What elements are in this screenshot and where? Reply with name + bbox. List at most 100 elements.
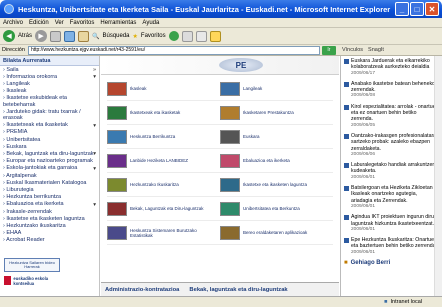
link-label[interactable]: Bereo eraldaketaren aplikazioak [243, 230, 307, 235]
refresh-icon[interactable] [64, 30, 76, 42]
link-label[interactable]: Ebaluazioa eta ikerketa [243, 158, 290, 163]
home-icon[interactable] [78, 30, 90, 42]
sidebar-item[interactable]: Liburutegia [0, 186, 99, 193]
news-item[interactable]: Oantzako-irakasgen profesionalatara sart… [341, 131, 442, 160]
link-label[interactable]: Langileak [243, 86, 262, 91]
sidebar-item[interactable]: PREMIA [0, 129, 99, 136]
menu-ayuda[interactable]: Ayuda [142, 20, 159, 26]
sidebar-header[interactable]: Bilakta Aurreratua [0, 56, 99, 66]
link-thumbnail[interactable] [107, 81, 127, 96]
sidebar-item[interactable]: Informazioa orokorra▾ [0, 73, 99, 81]
news-title[interactable]: Laburalegetako handiak arrakuntzen kudea… [351, 162, 439, 175]
link-thumbnail[interactable] [107, 129, 127, 144]
news-scrollbar[interactable] [434, 56, 442, 296]
link-cell[interactable]: Bekak, Laguntzak eta Diru-laguntzak [107, 201, 220, 216]
link-cell[interactable]: Heskuntza Berrikuntza [107, 129, 220, 144]
forward-icon[interactable]: ▶ [35, 30, 48, 42]
news-item[interactable]: Kirol espezialitatea: arrolak - onartuen… [341, 102, 442, 131]
snagit-label[interactable]: SnagIt [368, 47, 384, 53]
link-cell[interactable]: Ikastetxe eta ikasketen laguntza [220, 177, 333, 192]
sidebar-item[interactable]: Saila» [0, 66, 99, 74]
sidebar-item[interactable]: Ikasleak [0, 88, 99, 95]
sidebar-item[interactable]: Eskola-jantokiak eta garraioa▾ [0, 165, 99, 172]
link-label[interactable]: Unibertsitatea eta Berkuntza [243, 206, 300, 211]
news-item[interactable]: Euskara Jarduerak eta elkarrekiko kolabo… [341, 56, 442, 79]
print-icon[interactable] [195, 30, 207, 42]
news-title[interactable]: Batxilergoan eta Heziketa Zikloetan Ikas… [351, 185, 439, 204]
news-item[interactable]: Laburalegetako handiak arrakuntzen kudea… [341, 160, 442, 183]
link-thumbnail[interactable] [107, 225, 127, 240]
favorites-icon[interactable]: ★ [133, 33, 138, 40]
menu-archivo[interactable]: Archivo [3, 20, 23, 26]
link-cell[interactable]: Langileak [220, 81, 333, 96]
news-item[interactable]: Batxilergoan eta Heziketa Zikloetan Ikas… [341, 183, 442, 212]
menu-favoritos[interactable]: Favoritos [70, 20, 95, 26]
news-title[interactable]: Kirol espezialitatea: arrolak - onartuen… [351, 104, 439, 123]
site-logo[interactable]: PE [219, 58, 263, 72]
favorites-label[interactable]: Favoritos [141, 33, 166, 39]
news-item[interactable]: Agindua IKT proiektuen ingurun diru lagu… [341, 212, 442, 235]
link-cell[interactable]: Hezkuntzako Ikuskaritza [107, 177, 220, 192]
link-label[interactable]: Ikastetxeak eta ikasketak [130, 110, 180, 115]
sidebar-item[interactable]: Ebaluazioa eta ikerketa▾ [0, 201, 99, 208]
link-cell[interactable]: Ikasketaren Prestakuntza [220, 105, 333, 120]
sidebar-item[interactable]: EHAA [0, 230, 99, 237]
news-title[interactable]: Agindua IKT proiektuen ingurun diru lagu… [351, 214, 439, 227]
close-button[interactable]: ✕ [425, 2, 439, 16]
link-thumbnail[interactable] [107, 105, 127, 120]
more-news-label[interactable]: Gehiago Berri [351, 260, 391, 266]
sidebar-item[interactable]: Euskara [0, 143, 99, 150]
sidebar-item[interactable]: Unibertsitatea [0, 136, 99, 143]
menu-ver[interactable]: Ver [55, 20, 64, 26]
link-thumbnail[interactable] [220, 81, 240, 96]
sidebar-item[interactable]: Euskal Ikasmaterialen Katalogoa [0, 179, 99, 186]
link-label[interactable]: Lanbide Heziketa LANBIDEZ [130, 158, 188, 163]
sidebar-item[interactable]: Langileak [0, 80, 99, 87]
link-label[interactable]: Heskuntza Berrikuntza [130, 134, 175, 139]
news-item[interactable]: Anabako ikastetxe batean beheneko zerren… [341, 79, 442, 102]
menu-herramientas[interactable]: Herramientas [100, 20, 136, 26]
sidebar-item[interactable]: Ikastetxe eskubideak eta betebeharrak [0, 95, 99, 108]
link-label[interactable]: Ikasketaren Prestakuntza [243, 110, 294, 115]
link-label[interactable]: Euskara [243, 134, 260, 139]
link-thumbnail[interactable] [107, 201, 127, 216]
news-title[interactable]: Anabako ikastetxe batean beheneko zerren… [351, 81, 439, 94]
sidebar-item[interactable]: Acrobat Reader [0, 237, 99, 244]
link-thumbnail[interactable] [220, 177, 240, 192]
search-icon[interactable]: 🔍 [92, 33, 99, 40]
news-title[interactable]: Oantzako-irakasgen profesionalatara sart… [351, 133, 439, 152]
address-input[interactable]: http://www.hezkuntza.ejgv.euskadi.net/r4… [27, 45, 320, 55]
sidebar-item[interactable]: Irakasle-zerrendak [0, 208, 99, 215]
link-cell[interactable]: Ikasleak [107, 81, 220, 96]
mail-icon[interactable] [181, 30, 193, 42]
back-label[interactable]: Atrás [18, 33, 32, 39]
link-cell[interactable]: Euskara [220, 129, 333, 144]
sidebar-item[interactable]: Argitalpenak [0, 172, 99, 179]
link-cell[interactable]: Heskuntza Sistemaren Burutzako Estatisti… [107, 225, 220, 240]
tab-bekak[interactable]: Bekak, laguntzak eta diru-laguntzak [189, 287, 287, 293]
link-cell[interactable]: Ikastetxeak eta ikasketak [107, 105, 220, 120]
back-icon[interactable]: ◀ [3, 30, 15, 42]
link-thumbnail[interactable] [220, 129, 240, 144]
more-news-link[interactable]: ■ Gehiago Berri [341, 258, 442, 268]
link-label[interactable]: Ikastetxe eta ikasketen laguntza [243, 182, 307, 187]
link-thumbnail[interactable] [107, 153, 127, 168]
links-label[interactable]: Vínculos [342, 47, 363, 53]
link-label[interactable]: Hezkuntzako Ikuskaritza [130, 182, 179, 187]
eskola-kontseilua-logo[interactable]: euskadiko eskola kontseilua [4, 275, 60, 286]
sidebar-item[interactable]: Hezkuntza berrikuntza [0, 194, 99, 201]
maximize-button[interactable]: □ [410, 2, 424, 16]
link-thumbnail[interactable] [220, 105, 240, 120]
sidebar-item[interactable]: Ikastetxeak eta ikasketak▾ [0, 122, 99, 129]
history-icon[interactable] [168, 31, 179, 41]
news-title[interactable]: Epe Hezkuntza Ikuskaritza: Onartuen eta … [351, 237, 439, 250]
sidebar-item[interactable]: Hezkuntzako ikuskaritza [0, 222, 99, 229]
sidebar-item[interactable]: Europar eta nazioarteko programak [0, 158, 99, 165]
link-label[interactable]: Ikasleak [130, 86, 147, 91]
link-cell[interactable]: Unibertsitatea eta Berkuntza [220, 201, 333, 216]
video-banner-logo[interactable]: Hezkuntza Sailaren bideo Harrerak [4, 258, 60, 272]
link-label[interactable]: Bekak, Laguntzak eta Diru-laguntzak [130, 206, 204, 211]
link-thumbnail[interactable] [220, 201, 240, 216]
news-title[interactable]: Euskara Jarduerak eta elkarrekiko kolabo… [351, 58, 439, 71]
link-thumbnail[interactable] [220, 225, 240, 240]
